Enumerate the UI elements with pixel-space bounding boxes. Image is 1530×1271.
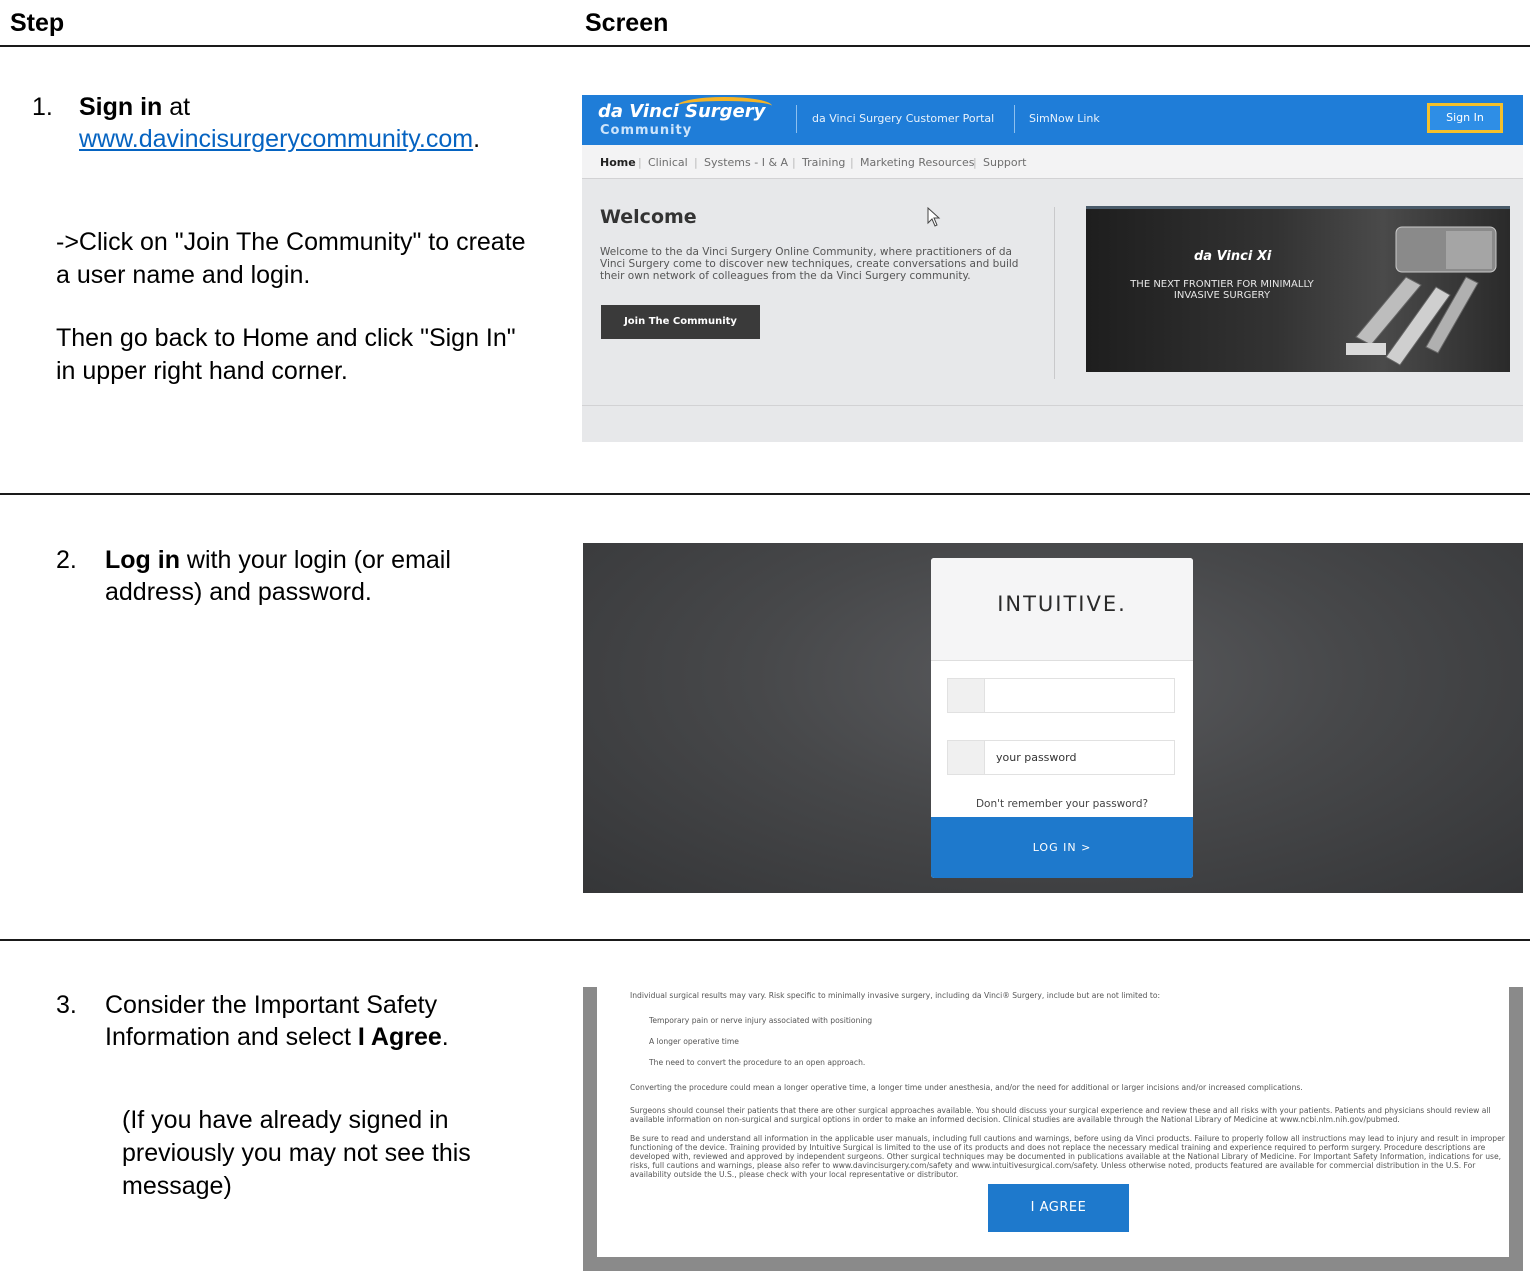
step-1: 1. Sign in at www.davincisurgerycommunit… [32,91,552,161]
nav-separator: | [850,156,854,169]
row-divider [0,939,1530,941]
welcome-title: Welcome [600,206,697,228]
safety-counsel: Surgeons should counsel their patients t… [630,1106,1491,1124]
intuitive-logo: INTUITIVE. [997,592,1127,616]
step-1-followup: Then go back to Home and click "Sign In"… [56,324,516,385]
password-placeholder: your password [996,751,1077,764]
username-field[interactable] [947,678,1175,713]
nav-clinical[interactable]: Clinical [648,156,688,169]
nav-separator: | [973,156,977,169]
step-action: I Agree [357,1023,442,1051]
user-icon [948,679,985,712]
password-field[interactable]: your password [947,740,1175,775]
risk-item: A longer operative time [649,1037,739,1046]
nav-marketing[interactable]: Marketing Resources [860,156,975,169]
simnow-link[interactable]: SimNow Link [1029,112,1100,125]
step-number: 2. [56,546,77,574]
hero-banner: da Vinci Xi THE NEXT FRONTIER FOR MINIMA… [1086,206,1510,372]
logo-subtitle: Community [600,123,693,138]
step-2: 2. Log in with your login (or email addr… [56,544,526,614]
step-3: 3. Consider the Important Safety Informa… [56,989,526,1059]
login-screenshot: INTUITIVE. your password Don't remember … [583,543,1523,893]
nav-training[interactable]: Training [802,156,845,169]
row-divider [0,493,1530,495]
nav-separator: | [694,156,698,169]
community-link[interactable]: www.davincisurgerycommunity.com [79,125,473,153]
i-agree-button[interactable]: I AGREE [988,1184,1129,1232]
step-action: Log in [105,546,180,574]
step-text: at [162,93,191,121]
safety-panel: Individual surgical results may vary. Ri… [597,987,1509,1257]
nav-separator: | [638,156,642,169]
safety-converting: Converting the procedure could mean a lo… [630,1083,1303,1092]
nav-systems[interactable]: Systems - I & A [704,156,788,169]
nav-separator: | [792,156,796,169]
hero-tagline: THE NEXT FRONTIER FOR MINIMALLY INVASIVE… [1130,279,1314,301]
safety-disclaimer: Be sure to read and understand all infor… [630,1134,1505,1179]
log-in-button[interactable]: LOG IN > [931,817,1193,878]
step-text: . [473,125,481,153]
nav-home[interactable]: Home [600,156,636,169]
step-action: Sign in [79,93,163,121]
step-number: 1. [32,93,53,121]
customer-portal-link[interactable]: da Vinci Surgery Customer Portal [812,112,994,125]
join-community-button[interactable]: Join The Community [601,305,760,339]
risk-item: The need to convert the procedure to an … [649,1058,866,1067]
step-3-note: (If you have already signed in previousl… [122,1106,471,1200]
surgical-robot-image [1346,226,1497,366]
hero-logo: da Vinci Xi [1194,249,1272,264]
step-1-instruction: ->Click on "Join The Community" to creat… [56,228,526,289]
mouse-cursor-icon [927,207,941,227]
logo[interactable]: da Vinci Surgery [598,103,765,121]
content-divider [1054,207,1055,379]
forgot-password-link[interactable]: Don't remember your password? [931,798,1193,810]
community-homepage-screenshot: da Vinci Surgery Community da Vinci Surg… [582,95,1523,442]
screen-column-header: Screen [585,9,669,37]
top-bar: da Vinci Surgery Community da Vinci Surg… [582,95,1523,145]
login-card: INTUITIVE. your password Don't remember … [931,558,1193,878]
main-nav: Home | Clinical | Systems - I & A | Trai… [582,145,1523,179]
section-divider [582,405,1523,406]
table-header: Step Screen [0,0,1530,47]
login-header: INTUITIVE. [931,558,1193,661]
step-number: 3. [56,991,77,1019]
lock-icon [948,741,985,774]
step-text: . [441,1023,449,1051]
top-divider [796,105,797,133]
step-column-header: Step [10,9,65,37]
safety-intro: Individual surgical results may vary. Ri… [630,991,1161,1000]
sign-in-button[interactable]: Sign In [1427,103,1503,133]
welcome-body: Welcome to the da Vinci Surgery Online C… [600,246,1019,282]
top-divider [1014,105,1015,133]
risk-item: Temporary pain or nerve injury associate… [649,1016,873,1025]
safety-information-screenshot: Individual surgical results may vary. Ri… [583,987,1523,1271]
nav-support[interactable]: Support [983,156,1026,169]
